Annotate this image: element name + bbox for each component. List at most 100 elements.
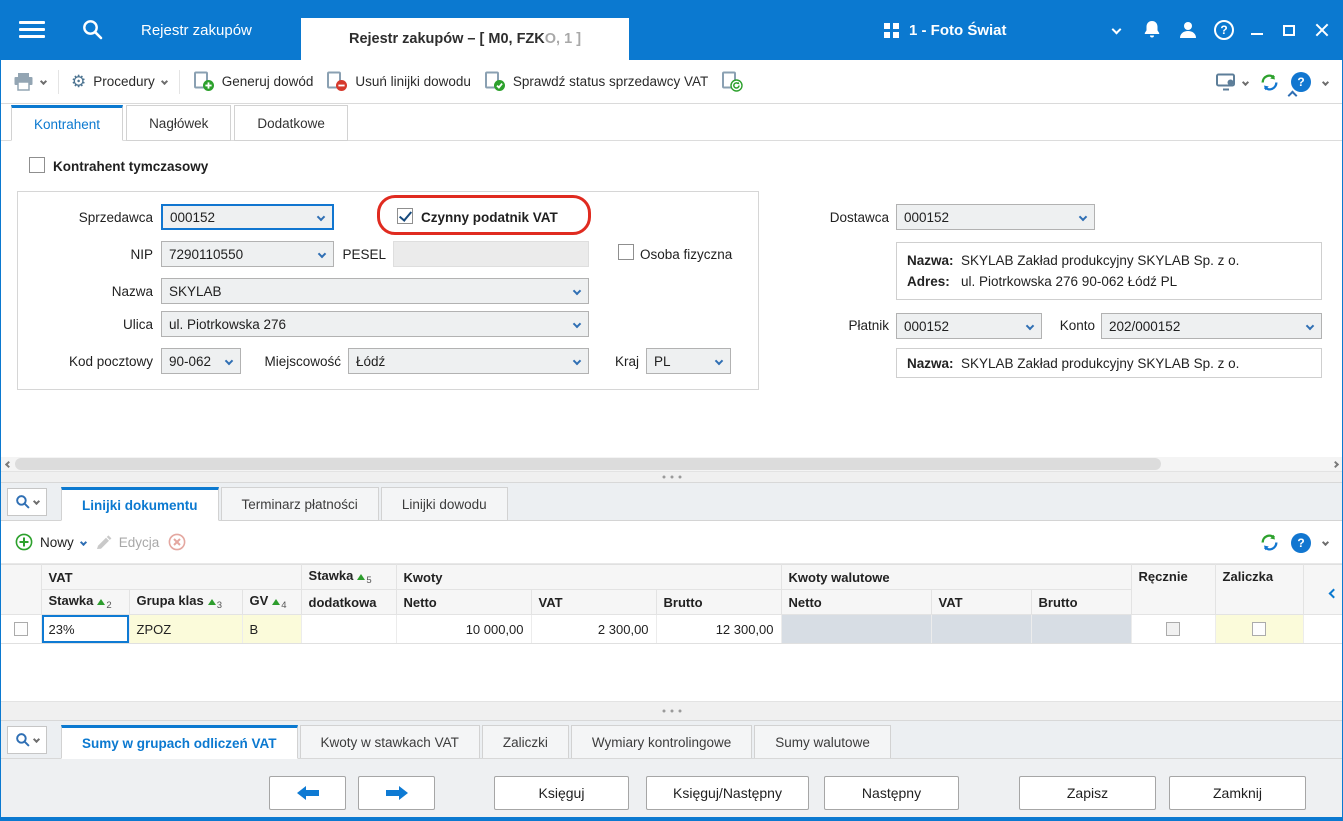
refresh-icon[interactable] xyxy=(1260,73,1279,92)
refresh-icon[interactable] xyxy=(1260,533,1279,552)
nazwa-combo[interactable]: SKYLAB xyxy=(161,278,589,304)
header-netto[interactable]: Netto xyxy=(396,589,532,615)
kontrahent-tymczasowy-label[interactable]: Kontrahent tymczasowy xyxy=(53,159,208,174)
tab-terminarz-platnosci[interactable]: Terminarz płatności xyxy=(220,487,379,521)
toolbar-help-icon[interactable]: ? xyxy=(1291,72,1311,92)
maximize-button[interactable] xyxy=(1283,25,1295,36)
lines-filter-button[interactable] xyxy=(7,487,47,516)
kod-pocztowy-combo[interactable]: 90-062 xyxy=(161,348,241,374)
cell-grupa-klas[interactable]: ZPOZ xyxy=(129,614,243,644)
cell-brutto[interactable]: 12 300,00 xyxy=(656,614,782,644)
kraj-combo[interactable]: PL xyxy=(646,348,731,374)
header-netto-walutowe[interactable]: Netto xyxy=(781,589,932,615)
cell-netto[interactable]: 10 000,00 xyxy=(396,614,532,644)
minimize-button[interactable] xyxy=(1251,33,1263,35)
sprawdz-status-vat-button[interactable]: Sprawdź status sprzedawcy VAT xyxy=(483,71,708,92)
header-vat[interactable]: VAT xyxy=(531,589,657,615)
header-grupa-klas[interactable]: Grupa klas 3 xyxy=(129,589,243,615)
tab-dodatkowe[interactable]: Dodatkowe xyxy=(234,105,348,141)
splitter-lower[interactable] xyxy=(1,701,1342,721)
cell-zaliczka[interactable] xyxy=(1215,614,1304,644)
header-group-kwoty[interactable]: Kwoty xyxy=(396,564,782,590)
tab-wymiary-kontrolingowe[interactable]: Wymiary kontrolingowe xyxy=(570,725,753,759)
hamburger-menu-button[interactable] xyxy=(19,21,45,42)
ksieguj-button[interactable]: Księguj xyxy=(494,776,629,810)
help-icon[interactable]: ? xyxy=(1214,20,1234,40)
cell-brutto-walutowe[interactable] xyxy=(1031,614,1132,644)
sprzedawca-combo[interactable]: 000152 xyxy=(161,204,334,230)
header-stawka[interactable]: Stawka 2 xyxy=(41,589,130,615)
row-selector-header[interactable] xyxy=(1,564,42,615)
nip-combo[interactable]: 7290110550 xyxy=(161,241,334,267)
view-settings-chevron-icon[interactable] xyxy=(1241,78,1250,86)
cell-gv[interactable]: B xyxy=(242,614,302,644)
scrollbar-thumb[interactable] xyxy=(15,458,1161,470)
tab-sumy-walutowe[interactable]: Sumy walutowe xyxy=(754,725,891,759)
company-dropdown-chevron-icon[interactable] xyxy=(1111,24,1122,35)
cell-vat-walutowe[interactable] xyxy=(931,614,1032,644)
document-tab[interactable]: Rejestr zakupów – [ M0, FZK O, 1 ] xyxy=(301,18,629,60)
usun-button-disabled[interactable] xyxy=(168,533,186,551)
header-group-vat[interactable]: VAT xyxy=(41,564,302,590)
summary-filter-button[interactable] xyxy=(7,725,47,754)
header-gv[interactable]: GV 4 xyxy=(242,589,302,615)
row-checkbox[interactable] xyxy=(13,622,28,636)
view-settings-button[interactable] xyxy=(1216,73,1250,91)
tab-linijki-dokumentu[interactable]: Linijki dokumentu xyxy=(61,487,219,521)
generuj-dowod-button[interactable]: Generuj dowód xyxy=(192,71,313,92)
kontrahent-tymczasowy-checkbox[interactable] xyxy=(29,157,45,173)
ulica-combo[interactable]: ul. Piotrkowska 276 xyxy=(161,311,589,337)
tab-sumy-w-grupach[interactable]: Sumy w grupach odliczeń VAT xyxy=(61,725,298,759)
konto-combo[interactable]: 202/000152 xyxy=(1101,313,1322,339)
lines-help-chevron-icon[interactable] xyxy=(1321,538,1330,547)
miejscowosc-combo[interactable]: Łódź xyxy=(348,348,589,374)
print-button[interactable] xyxy=(13,72,48,91)
usun-linijki-dowodu-button[interactable]: Usuń linijki dowodu xyxy=(325,71,471,92)
previous-record-button[interactable] xyxy=(269,776,346,810)
tab-naglowek[interactable]: Nagłówek xyxy=(126,105,232,141)
grid-scroll-left-icon[interactable] xyxy=(1328,588,1338,599)
row-selector-cell[interactable] xyxy=(1,614,42,644)
header-brutto[interactable]: Brutto xyxy=(656,589,782,615)
pesel-field[interactable] xyxy=(393,241,589,267)
procedury-dropdown-chevron-icon[interactable] xyxy=(160,77,168,86)
osoba-fizyczna-label[interactable]: Osoba fizyczna xyxy=(640,247,732,262)
tab-linijki-dowodu[interactable]: Linijki dowodu xyxy=(380,487,508,521)
header-group-kwoty-walutowe[interactable]: Kwoty walutowe xyxy=(781,564,1132,590)
recznie-checkbox[interactable] xyxy=(1166,622,1181,636)
horizontal-scrollbar[interactable] xyxy=(1,457,1342,471)
splitter-upper[interactable] xyxy=(1,471,1342,483)
nowy-dropdown-chevron-icon[interactable] xyxy=(79,538,87,546)
apps-grid-icon[interactable] xyxy=(883,22,900,39)
header-vat-walutowe[interactable]: VAT xyxy=(931,589,1032,615)
tab-kontrahent[interactable]: Kontrahent xyxy=(11,105,124,141)
search-icon[interactable] xyxy=(81,18,104,41)
cell-vat[interactable]: 2 300,00 xyxy=(531,614,657,644)
next-record-button[interactable] xyxy=(358,776,435,810)
ksieguj-nastepny-button[interactable]: Księguj/Następny xyxy=(646,776,809,810)
czynny-podatnik-vat-label[interactable]: Czynny podatnik VAT xyxy=(421,210,558,225)
close-button[interactable] xyxy=(1315,23,1329,37)
nowy-button[interactable]: Nowy xyxy=(15,533,87,551)
header-zaliczka[interactable]: Zaliczka xyxy=(1215,564,1304,615)
header-recznie[interactable]: Ręcznie xyxy=(1131,564,1216,615)
nastepny-button[interactable]: Następny xyxy=(824,776,959,810)
procedury-button[interactable]: ⚙ Procedury xyxy=(71,73,168,90)
tab-zaliczki[interactable]: Zaliczki xyxy=(481,725,569,759)
cell-stawka-dodatkowa[interactable] xyxy=(301,614,397,644)
zamknij-button[interactable]: Zamknij xyxy=(1169,776,1306,810)
header-brutto-walutowe[interactable]: Brutto xyxy=(1031,589,1132,615)
scroll-right-arrow-icon[interactable] xyxy=(1328,457,1342,471)
cell-stawka[interactable]: 23% xyxy=(41,614,130,644)
tab-kwoty-w-stawkach[interactable]: Kwoty w stawkach VAT xyxy=(299,725,480,759)
print-dropdown-chevron-icon[interactable] xyxy=(39,77,48,86)
czynny-podatnik-vat-checkbox[interactable] xyxy=(397,208,413,224)
notifications-bell-icon[interactable] xyxy=(1141,19,1163,41)
zaliczka-checkbox[interactable] xyxy=(1252,622,1267,636)
odswiez-dowod-button[interactable] xyxy=(720,71,743,92)
toolbar-help-chevron-icon[interactable] xyxy=(1321,78,1330,86)
dostawca-combo[interactable]: 000152 xyxy=(896,204,1095,230)
header-stawka-dodatkowa-top[interactable]: Stawka 5 xyxy=(301,564,397,590)
zapisz-button[interactable]: Zapisz xyxy=(1019,776,1156,810)
platnik-combo[interactable]: 000152 xyxy=(896,313,1042,339)
